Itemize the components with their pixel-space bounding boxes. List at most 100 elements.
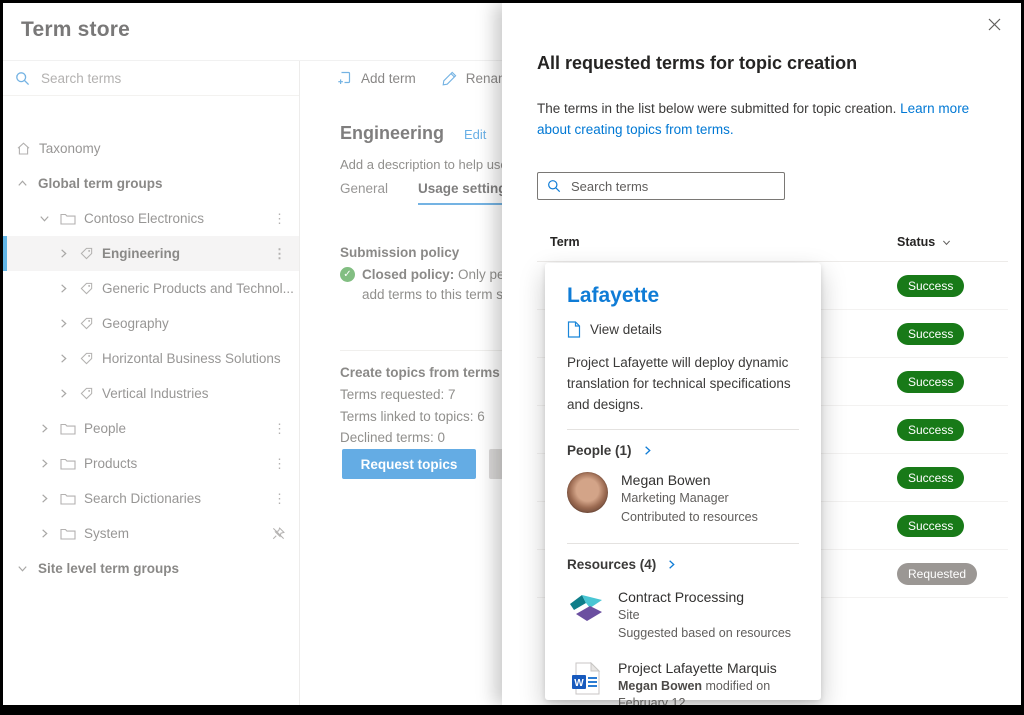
status-badge: Success [897,371,964,393]
column-header-term[interactable]: Term [550,235,580,249]
document-icon [567,321,581,338]
term-set-description-hint: Add a description to help users u [340,157,529,172]
sharepoint-site-icon [567,591,605,625]
more-icon[interactable]: ⋮ [273,491,286,507]
person-info: Megan Bowen Marketing Manager Contribute… [621,472,758,526]
chevron-right-icon [641,444,654,457]
resources-heading: Resources (4) [567,557,656,572]
sidebar-item-label: Horizontal Business Solutions [102,351,281,366]
sidebar-item-label: Contoso Electronics [84,211,204,226]
unpin-icon[interactable] [271,526,286,541]
search-icon [15,71,30,86]
chevron-right-icon [38,492,53,505]
sidebar-item-global-term-groups[interactable]: Global term groups [3,166,299,201]
chevron-right-icon [57,282,72,295]
edit-link[interactable]: Edit [464,127,486,142]
tab-general[interactable]: General [340,181,388,205]
folder-icon [60,457,76,470]
tag-icon [79,281,94,296]
sidebar-item-label: Taxonomy [39,141,101,156]
policy-bold: Closed policy: [362,267,454,282]
column-header-status[interactable]: Status [897,235,952,249]
sidebar-item-vertical-industries[interactable]: Vertical Industries [3,376,299,411]
more-icon[interactable]: ⋮ [273,421,286,437]
chevron-down-icon [941,237,952,248]
resource-info: Project Lafayette Marquis Megan Bowen mo… [618,660,799,705]
status-badge: Success [897,467,964,489]
folder-icon [60,212,76,225]
home-icon [16,141,31,156]
term-set-title: Engineering [340,123,444,144]
tab-usage-settings[interactable]: Usage settings [418,181,514,205]
chevron-right-icon [57,352,72,365]
status-badge: Success [897,515,964,537]
tag-icon [79,246,94,261]
person-row[interactable]: Megan Bowen Marketing Manager Contribute… [567,472,799,526]
people-heading: People (1) [567,443,632,458]
sidebar-item-search-dictionaries[interactable]: Search Dictionaries ⋮ [3,481,299,516]
status-badge: Success [897,275,964,297]
resource-subtitle: Site [618,607,791,624]
resource-note: Suggested based on resources [618,625,791,642]
panel-search-input[interactable] [569,178,753,195]
chevron-right-icon [57,387,72,400]
sidebar-item-label: Products [84,456,137,471]
modified-by-name: Megan Bowen [618,679,702,693]
tag-icon [79,316,94,331]
people-section-header[interactable]: People (1) [567,443,799,458]
panel-description: The terms in the list below were submitt… [537,99,992,141]
sidebar-item-generic-products[interactable]: Generic Products and Technol... [3,271,299,306]
sidebar-item-site-level-term-groups[interactable]: Site level term groups [3,551,299,586]
sidebar-item-taxonomy[interactable]: Taxonomy [3,131,299,166]
resources-section-header[interactable]: Resources (4) [567,557,799,572]
person-note: Contributed to resources [621,509,758,526]
sidebar: Taxonomy Global term groups Contoso Elec… [3,61,300,705]
sidebar-item-contoso-electronics[interactable]: Contoso Electronics ⋮ [3,201,299,236]
add-term-button[interactable]: Add term [337,70,416,86]
panel-description-text: The terms in the list below were submitt… [537,101,900,116]
resource-row-document[interactable]: W Project Lafayette Marquis Megan Bowen … [567,660,799,705]
resource-title: Project Lafayette Marquis [618,660,799,676]
resource-title: Contract Processing [618,589,791,605]
submission-policy-heading: Submission policy [340,245,459,260]
sidebar-item-system[interactable]: System [3,516,299,551]
person-name: Megan Bowen [621,472,758,488]
add-term-label: Add term [361,71,416,86]
add-term-icon [337,70,353,86]
close-icon[interactable] [983,13,1005,35]
sidebar-search-input[interactable] [39,70,263,87]
request-topics-button[interactable]: Request topics [342,449,476,479]
term-description: Project Lafayette will deploy dynamic tr… [567,353,799,416]
stat-declined-terms: Declined terms: 0 [340,430,445,445]
chevron-up-icon [16,177,31,190]
more-icon[interactable]: ⋮ [273,246,286,262]
chevron-down-icon [16,562,31,575]
status-badge: Success [897,419,964,441]
sidebar-item-geography[interactable]: Geography [3,306,299,341]
panel-search[interactable] [537,172,785,200]
policy-line2: add terms to this term set. [362,287,518,302]
resource-info: Contract Processing Site Suggested based… [618,589,791,643]
divider [567,429,799,430]
term-title: Lafayette [567,284,799,308]
resource-row-site[interactable]: Contract Processing Site Suggested based… [567,589,799,643]
view-details-link[interactable]: View details [567,321,799,338]
status-badge: Requested [897,563,977,585]
sidebar-item-label: Geography [102,316,169,331]
sidebar-item-label: Site level term groups [38,561,179,576]
check-circle-icon: ✓ [340,267,355,282]
sidebar-item-people[interactable]: People ⋮ [3,411,299,446]
sidebar-item-horizontal-business-solutions[interactable]: Horizontal Business Solutions [3,341,299,376]
sidebar-item-products[interactable]: Products ⋮ [3,446,299,481]
person-role: Marketing Manager [621,490,758,507]
sidebar-search[interactable] [3,61,299,96]
term-preview-card: Lafayette View details Project Lafayette… [545,263,821,700]
sidebar-item-label: System [84,526,129,541]
stat-terms-requested: Terms requested: 7 [340,387,456,402]
more-icon[interactable]: ⋮ [273,211,286,227]
more-icon[interactable]: ⋮ [273,456,286,472]
sidebar-item-label: Global term groups [38,176,163,191]
sidebar-item-engineering[interactable]: Engineering ⋮ [3,236,299,271]
chevron-right-icon [38,457,53,470]
tag-icon [79,351,94,366]
